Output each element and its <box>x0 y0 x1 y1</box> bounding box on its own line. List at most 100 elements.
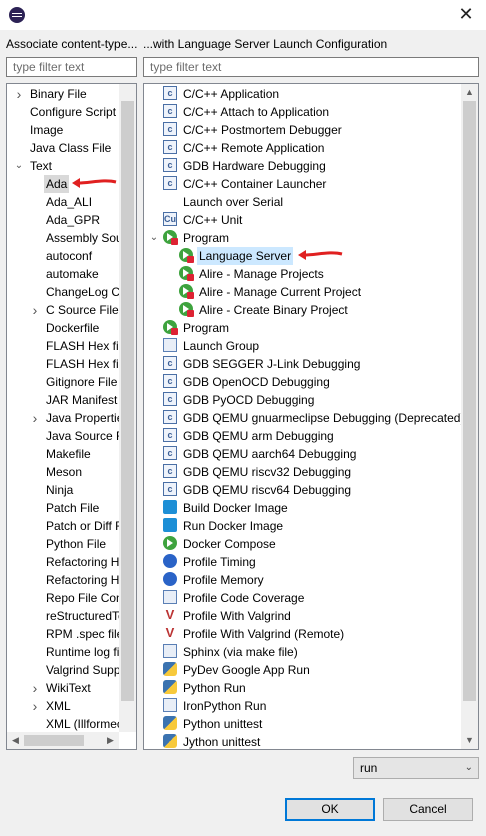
content-type-filter-input[interactable] <box>6 57 137 77</box>
launch-config-item[interactable]: Profile Memory <box>144 571 462 589</box>
content-type-item[interactable]: JAR Manifest F <box>7 391 129 409</box>
launch-config-item[interactable]: Cu C/C++ Unit <box>144 211 462 229</box>
launch-config-item[interactable]: Docker Compose <box>144 535 462 553</box>
content-type-item[interactable]: Ada_GPR <box>7 211 127 229</box>
launch-config-item[interactable]: V Profile With Valgrind (Remote) <box>144 625 462 643</box>
left-horizontal-scrollbar[interactable]: ◀ ▶ <box>7 732 119 749</box>
launch-config-item[interactable]: Alire - Create Binary Project <box>144 301 462 319</box>
expanded-chevron-icon[interactable]: ⌄ <box>13 157 25 175</box>
left-hscroll-thumb[interactable] <box>24 735 84 746</box>
content-type-item[interactable]: › Binary File <box>7 85 127 103</box>
launch-config-item[interactable]: Sphinx (via make file) <box>144 643 462 661</box>
content-type-item[interactable]: Meson <box>7 463 127 481</box>
collapsed-chevron-icon[interactable]: › <box>29 301 41 319</box>
launch-config-item[interactable]: c GDB QEMU arm Debugging <box>144 427 462 445</box>
content-type-item[interactable]: FLASH Hex file <box>7 337 128 355</box>
content-type-item[interactable]: Python File <box>7 535 127 553</box>
launch-config-item[interactable]: Launch over Serial <box>144 193 462 211</box>
collapsed-chevron-icon[interactable]: › <box>29 409 41 427</box>
content-type-item[interactable]: Image <box>7 121 127 139</box>
content-type-item[interactable]: Assembly Sour <box>7 229 127 247</box>
content-type-item[interactable]: Java Source Fil <box>7 427 129 445</box>
launch-config-item[interactable]: c C/C++ Postmortem Debugger <box>144 121 462 139</box>
scroll-right-icon[interactable]: ▶ <box>102 732 119 749</box>
launch-config-item[interactable]: Build Docker Image <box>144 499 462 517</box>
content-type-item[interactable]: › WikiText <box>7 679 127 697</box>
cancel-button[interactable]: Cancel <box>383 798 473 821</box>
collapsed-chevron-icon[interactable]: › <box>29 679 41 697</box>
content-type-item[interactable]: › Java Properties <box>7 409 130 427</box>
content-type-item[interactable]: Runtime log fi <box>7 643 127 661</box>
launch-config-item[interactable]: c C/C++ Container Launcher <box>144 175 462 193</box>
launch-config-item[interactable]: c GDB PyOCD Debugging <box>144 391 462 409</box>
launch-config-item[interactable]: Profile Code Coverage <box>144 589 462 607</box>
close-icon[interactable]: ✕ <box>456 4 476 24</box>
launch-config-item[interactable]: c C/C++ Attach to Application <box>144 103 462 121</box>
content-type-item[interactable]: Patch File <box>7 499 127 517</box>
content-type-label: automake <box>46 267 99 281</box>
content-type-item[interactable]: Dockerfile <box>7 319 127 337</box>
launch-config-item[interactable]: Run Docker Image <box>144 517 462 535</box>
content-type-item[interactable]: Java Class File <box>7 139 127 157</box>
launch-config-item[interactable]: PyDev Google App Run <box>144 661 462 679</box>
launch-config-item[interactable]: Profile Timing <box>144 553 462 571</box>
launch-config-item[interactable]: c GDB QEMU riscv64 Debugging <box>144 481 462 499</box>
content-type-item[interactable]: Refactoring Hi <box>7 571 127 589</box>
c-icon: c <box>163 86 177 100</box>
content-type-label: JAR Manifest F <box>46 393 129 407</box>
expanded-chevron-icon[interactable]: ⌄ <box>148 229 160 247</box>
launch-config-item[interactable]: Alire - Manage Projects <box>144 265 462 283</box>
launch-config-item[interactable]: V Profile With Valgrind <box>144 607 462 625</box>
content-type-item[interactable]: autoconf <box>7 247 127 265</box>
content-type-item[interactable]: Valgrind Suppr <box>7 661 127 679</box>
content-type-item[interactable]: Patch or Diff F <box>7 517 127 535</box>
launch-config-item[interactable]: Alire - Manage Current Project <box>144 283 462 301</box>
collapsed-chevron-icon[interactable]: › <box>29 697 41 715</box>
launch-config-item[interactable]: c GDB Hardware Debugging <box>144 157 462 175</box>
left-scroll-thumb[interactable] <box>121 101 134 701</box>
launch-config-item[interactable]: Python unittest <box>144 715 462 733</box>
launch-config-item[interactable]: Launch Group <box>144 337 462 355</box>
content-type-item[interactable]: Configure Script <box>7 103 127 121</box>
content-type-item[interactable]: FLASH Hex file <box>7 355 128 373</box>
content-type-label: reStructuredTe <box>46 609 125 623</box>
content-type-item[interactable]: › C Source File <box>7 301 127 319</box>
scroll-down-icon[interactable]: ▼ <box>461 732 478 749</box>
content-type-item[interactable]: › XML <box>7 697 127 715</box>
content-type-item[interactable]: Ninja <box>7 481 127 499</box>
launch-config-item[interactable]: Jython unittest <box>144 733 462 749</box>
launch-config-item[interactable]: c GDB QEMU gnuarmeclipse Debugging (Depre… <box>144 409 464 427</box>
content-type-item[interactable]: Ada_ALI <box>7 193 127 211</box>
launch-config-item[interactable]: IronPython Run <box>144 697 462 715</box>
scroll-left-icon[interactable]: ◀ <box>7 732 24 749</box>
launch-config-item[interactable]: c C/C++ Remote Application <box>144 139 462 157</box>
launch-config-item[interactable]: Program <box>144 319 462 337</box>
launch-config-item[interactable]: Python Run <box>144 679 462 697</box>
content-type-item[interactable]: XML (Illformec <box>7 715 127 733</box>
launch-config-tree[interactable]: c C/C++ Application c C/C++ Attach to Appli… <box>143 83 479 750</box>
launch-config-item[interactable]: c GDB OpenOCD Debugging <box>144 373 462 391</box>
launch-config-item[interactable]: c C/C++ Application <box>144 85 462 103</box>
ok-button[interactable]: OK <box>285 798 375 821</box>
right-vertical-scrollbar[interactable]: ▲ ▼ <box>461 84 478 749</box>
content-type-item[interactable]: Gitignore File <box>7 373 127 391</box>
launch-config-filter-input[interactable] <box>143 57 479 77</box>
launch-config-item[interactable]: c GDB QEMU aarch64 Debugging <box>144 445 462 463</box>
content-type-item[interactable]: Makefile <box>7 445 127 463</box>
launch-config-item[interactable]: c GDB SEGGER J-Link Debugging <box>144 355 462 373</box>
right-scroll-thumb[interactable] <box>463 101 476 701</box>
launch-config-item[interactable]: ⌄ Program <box>144 229 462 247</box>
content-type-item[interactable]: ChangeLog Co <box>7 283 127 301</box>
content-type-item[interactable]: RPM .spec file <box>7 625 127 643</box>
content-type-item[interactable]: Refactoring Hi <box>7 553 127 571</box>
content-type-item[interactable]: automake <box>7 265 127 283</box>
content-type-item[interactable]: Repo File Cont <box>7 589 127 607</box>
collapsed-chevron-icon[interactable]: › <box>13 85 25 103</box>
launch-mode-select[interactable]: run ⌄ <box>353 757 479 779</box>
content-type-item[interactable]: ⌄ Text <box>7 157 127 175</box>
scroll-up-icon[interactable]: ▲ <box>461 84 478 101</box>
launch-config-item[interactable]: c GDB QEMU riscv32 Debugging <box>144 463 462 481</box>
content-type-item[interactable]: reStructuredTe <box>7 607 127 625</box>
ironpython-icon <box>163 698 177 712</box>
left-vertical-scrollbar[interactable] <box>119 84 136 732</box>
